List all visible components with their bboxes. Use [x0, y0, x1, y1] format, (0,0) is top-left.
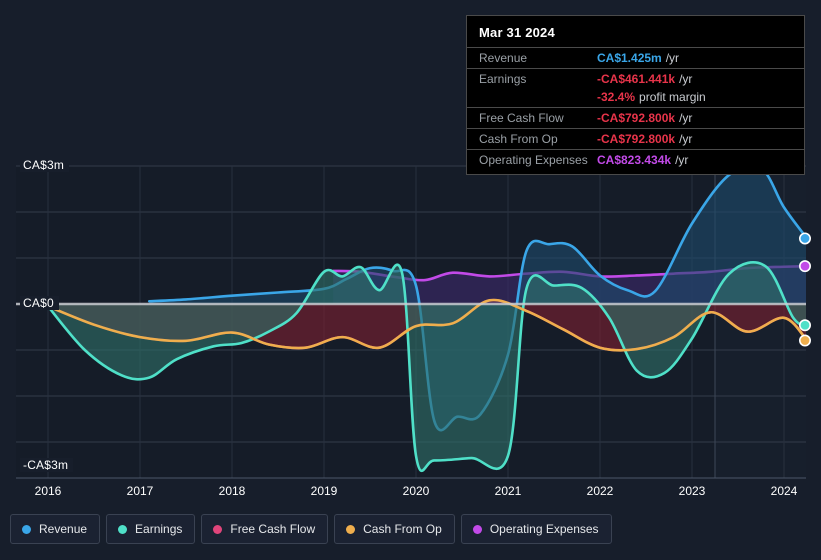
legend-item-cash-from-op[interactable]: Cash From Op [334, 514, 455, 544]
tooltip-row-suffix: /yr [679, 72, 693, 86]
tooltip-row-value: -CA$461.441k [597, 72, 676, 86]
tooltip-row: Cash From Op -CA$792.800k/yr [467, 128, 804, 149]
x-axis-label-0: 2016 [34, 484, 62, 498]
tooltip-row-label: Revenue [479, 51, 528, 65]
endpoint-marker-earnings [798, 319, 811, 332]
tooltip-row-suffix: /yr [679, 111, 693, 125]
tooltip-row-label: Free Cash Flow [479, 111, 564, 125]
x-axis-label-8: 2024 [770, 484, 798, 498]
tooltip-row-value: -CA$792.800k [597, 132, 676, 146]
tooltip-row-suffix: /yr [665, 51, 680, 65]
x-axis-label-2: 2018 [218, 484, 246, 498]
endpoint-marker-cash-from-op [798, 334, 811, 347]
tooltip-row: Operating Expenses CA$823.434k/yr [467, 149, 804, 170]
legend-color-dot-icon [472, 524, 482, 534]
legend-item-label: Earnings [135, 522, 183, 536]
legend-item-operating-expenses[interactable]: Operating Expenses [460, 514, 612, 544]
tooltip-row-suffix: profit margin [639, 90, 706, 104]
tooltip-row: Revenue CA$1.425m/yr [467, 47, 804, 68]
x-axis-label-4: 2020 [402, 484, 430, 498]
y-axis-label-0: CA$3m [20, 158, 70, 172]
legend-color-dot-icon [22, 524, 31, 534]
tooltip-row: Free Cash Flow -CA$792.800k/yr [467, 107, 804, 128]
x-axis-label-7: 2023 [678, 484, 706, 498]
tooltip-row-label: Operating Expenses [479, 153, 588, 167]
tooltip-row-suffix: /yr [675, 153, 689, 167]
legend-color-dot-icon [118, 524, 128, 534]
tooltip-row-value: CA$823.434k [597, 153, 672, 167]
tooltip-rows: Revenue CA$1.425m/yr Earnings -CA$461.441k /… [467, 47, 804, 170]
x-axis-label-3: 2019 [310, 484, 338, 498]
legend-color-dot-icon [346, 524, 356, 534]
tooltip-row-value: -CA$792.800k [597, 111, 676, 125]
tooltip-row-suffix: /yr [679, 132, 693, 146]
legend-item-label: Operating Expenses [489, 522, 599, 536]
legend-color-dot-icon [213, 524, 223, 534]
tooltip-row-label: Cash From Op [479, 132, 558, 146]
endpoint-marker-revenue [798, 232, 811, 245]
y-axis-label-1: CA$0 [20, 296, 59, 310]
x-axis-label-5: 2021 [494, 484, 522, 498]
legend-item-label: Cash From Op [363, 522, 442, 536]
legend-item-revenue[interactable]: Revenue [10, 514, 101, 544]
y-axis-label-2: -CA$3m [20, 458, 74, 472]
tooltip-row: Earnings -CA$461.441k/yr [467, 68, 804, 89]
chart-tooltip: Mar 31 2024 Revenue CA$1.425m/yr Earnings -… [466, 15, 805, 175]
legend-item-label: Free Cash Flow [230, 522, 316, 536]
chart-legend[interactable]: Revenue Earnings Free Cash Flow Cash From O… [10, 514, 612, 544]
tooltip-row-label: Earnings [479, 72, 527, 86]
legend-item-earnings[interactable]: Earnings [106, 514, 196, 544]
tooltip-row: -32.4% profit margin [467, 89, 804, 107]
legend-item-label: Revenue [39, 522, 88, 536]
tooltip-date: Mar 31 2024 [479, 25, 555, 40]
legend-item-free-cash-flow[interactable]: Free Cash Flow [201, 514, 329, 544]
tooltip-row-value: CA$1.425m [597, 51, 662, 65]
tooltip-row-value: -32.4% [597, 90, 636, 104]
x-axis-label-6: 2022 [586, 484, 614, 498]
x-axis-label-1: 2017 [126, 484, 154, 498]
endpoint-marker-operating-expenses [798, 260, 811, 273]
